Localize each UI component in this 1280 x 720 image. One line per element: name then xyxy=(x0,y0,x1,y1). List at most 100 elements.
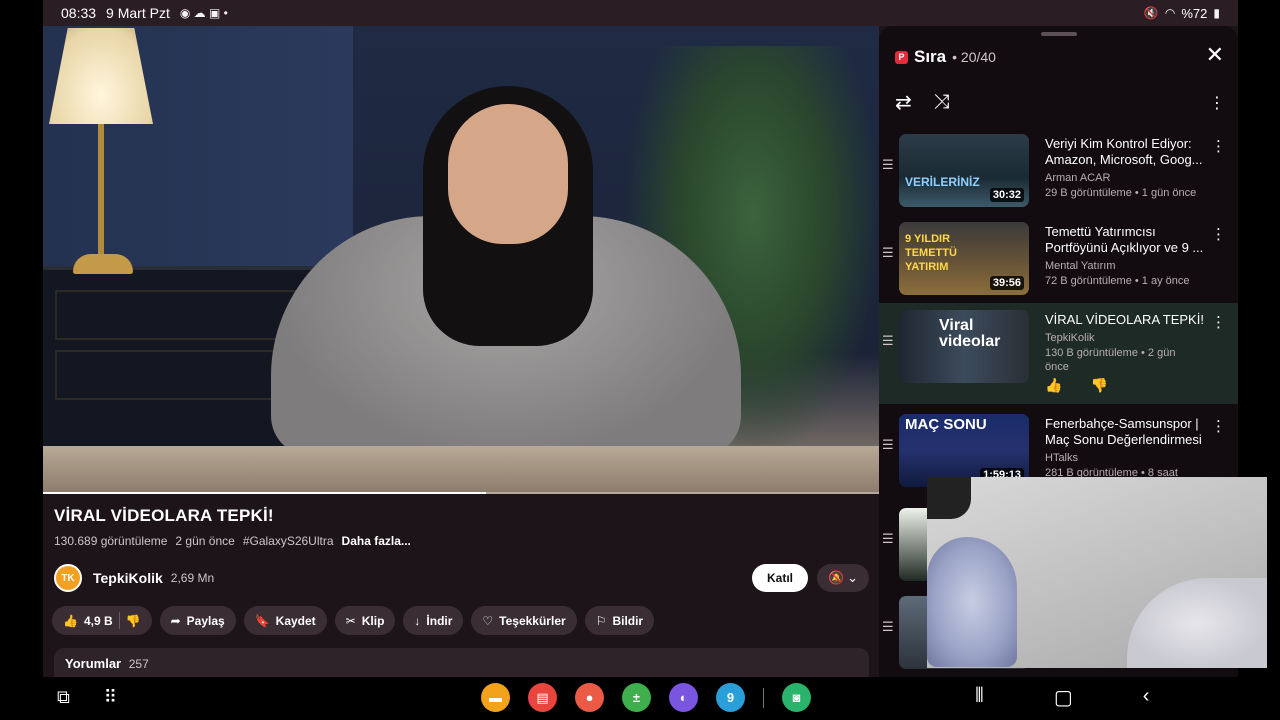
home-icon[interactable]: ▢ xyxy=(1054,685,1073,710)
thumbs-down-icon[interactable]: 👎 xyxy=(1090,377,1107,394)
comments-section[interactable]: Yorumlar 257 xyxy=(54,648,869,678)
calendar-app-icon[interactable]: 9 xyxy=(716,683,745,712)
queue-item-stats: 130 B görüntüleme • 2 gün önce xyxy=(1045,347,1176,373)
dock-divider xyxy=(763,687,764,708)
files-app-icon[interactable]: ▬ xyxy=(481,683,510,712)
queue-title: Sıra xyxy=(914,47,947,66)
queue-item[interactable]: ☰ 9 YILDIR TEMETTÜ YATIRIM 39:56 Temettü… xyxy=(879,215,1238,303)
flag-icon: ⚐ xyxy=(595,613,607,628)
mute-icon: 🔇 xyxy=(1143,6,1159,20)
recent-apps-panel-icon[interactable]: ⧉ xyxy=(57,687,70,708)
join-button[interactable]: Katıl xyxy=(751,564,808,592)
video-meta[interactable]: 130.689 görüntüleme 2 gün önce #GalaxyS2… xyxy=(54,534,411,548)
hashtag-link[interactable]: #GalaxyS26Ultra xyxy=(243,534,334,548)
battery-icon: ▮ xyxy=(1213,6,1220,20)
status-date: 9 Mart Pzt xyxy=(106,5,170,21)
reorder-icon[interactable]: ☰ xyxy=(882,245,894,261)
channel-row: TK TepkiKolik 2,69 Mn Katıl 🔕 ⌄ xyxy=(54,563,869,593)
queue-item-channel: Mental Yatırım xyxy=(1045,260,1116,272)
like-dislike-button[interactable]: 👍 4,9 B 👎 xyxy=(52,606,152,635)
calculator-app-icon[interactable]: ± xyxy=(622,683,651,712)
video-thumbnail: VERİLERİNİZ 30:32 xyxy=(899,134,1029,207)
recents-icon[interactable]: ⦀ xyxy=(975,685,984,710)
queue-item-channel: HTalks xyxy=(1045,452,1079,464)
reorder-icon[interactable]: ☰ xyxy=(882,437,894,453)
shuffle-icon[interactable]: ⤨ xyxy=(934,91,950,114)
comments-count: 257 xyxy=(128,657,149,671)
queue-item-title: VİRAL VİDEOLARA TEPKİ! xyxy=(1045,312,1204,327)
battery-level: %72 xyxy=(1181,5,1208,21)
drag-handle[interactable] xyxy=(1041,32,1077,36)
browser-app-icon[interactable]: ◐ xyxy=(669,683,698,712)
upload-age: 2 gün önce xyxy=(175,534,235,548)
queue-toolbar: ⇄ ⤨ ⋮ xyxy=(895,90,1225,115)
camera-preview-overlay[interactable] xyxy=(927,477,1267,668)
show-more-link[interactable]: Daha fazla... xyxy=(342,534,411,548)
more-vert-icon[interactable]: ⋮ xyxy=(1209,93,1225,113)
reorder-icon[interactable]: ☰ xyxy=(882,619,894,635)
thumbs-up-icon[interactable]: 👍 xyxy=(1045,377,1062,394)
camera-frame-fabric xyxy=(927,537,1017,667)
thumbnail-caption: VERİLERİNİZ xyxy=(905,175,980,189)
status-bar: 08:33 9 Mart Pzt ◉ ☁ ▣ • 🔇 ◠ %72 ▮ xyxy=(43,0,1238,26)
queue-item-title: Temettü Yatırımcısı Portföyünü Açıklıyor… xyxy=(1045,224,1204,255)
queue-position: • 20/40 xyxy=(952,49,996,65)
queue-item-channel: TepkiKolik xyxy=(1045,332,1095,344)
save-button[interactable]: 🔖 Kaydet xyxy=(243,606,327,635)
more-vert-icon[interactable]: ⋮ xyxy=(1211,313,1226,331)
super-thanks-icon: ♡ xyxy=(482,613,494,628)
close-icon[interactable]: ✕ xyxy=(1206,44,1224,66)
queue-item-stats: 29 B görüntüleme • 1 gün önce xyxy=(1045,187,1197,199)
notes-app-icon[interactable]: ▤ xyxy=(528,683,557,712)
repeat-icon[interactable]: ⇄ xyxy=(895,90,912,115)
camera-frame-shadow xyxy=(927,477,971,519)
contacts-app-icon[interactable]: ● xyxy=(575,683,604,712)
thanks-button[interactable]: ♡ Teşekkürler xyxy=(471,606,577,635)
camera-frame-bedsheet xyxy=(1127,578,1267,668)
queue-item-title: Veriyi Kim Kontrol Ediyor: Amazon, Micro… xyxy=(1045,136,1203,167)
video-frame-table xyxy=(43,446,879,494)
channel-avatar[interactable]: TK xyxy=(54,564,82,592)
share-button[interactable]: ➦ Paylaş xyxy=(159,606,236,635)
save-label: Kaydet xyxy=(275,613,316,628)
reorder-icon[interactable]: ☰ xyxy=(882,531,894,547)
chevron-down-icon: ⌄ xyxy=(847,570,859,585)
queue-item-current[interactable]: ☰ Viral videolar VİRAL VİDEOLARA TEPKİ! … xyxy=(879,303,1238,404)
video-thumbnail: Viral videolar xyxy=(899,310,1029,383)
video-player[interactable] xyxy=(43,26,879,494)
divider xyxy=(118,612,120,629)
queue-item-title: Fenerbahçe-Samsunspor | Maç Sonu Değerle… xyxy=(1045,416,1202,447)
notification-icons: ◉ ☁ ▣ • xyxy=(179,6,228,20)
share-icon: ➦ xyxy=(170,613,181,628)
view-count: 130.689 görüntüleme xyxy=(54,534,168,548)
video-frame-face xyxy=(448,104,568,244)
video-frame-lamp-stem xyxy=(98,124,104,254)
more-vert-icon[interactable]: ⋮ xyxy=(1211,417,1226,435)
download-button[interactable]: ↓ İndir xyxy=(403,606,464,635)
more-vert-icon[interactable]: ⋮ xyxy=(1211,225,1226,243)
notification-bell-button[interactable]: 🔕 ⌄ xyxy=(817,564,869,592)
clip-button[interactable]: ✂ Klip xyxy=(334,606,396,635)
reorder-icon[interactable]: ☰ xyxy=(882,157,894,173)
scissors-icon: ✂ xyxy=(345,613,356,628)
status-time: 08:33 xyxy=(61,5,97,21)
reorder-icon[interactable]: ☰ xyxy=(882,333,894,349)
more-vert-icon[interactable]: ⋮ xyxy=(1211,137,1226,155)
queue-item[interactable]: ☰ VERİLERİNİZ 30:32 Veriyi Kim Kontrol E… xyxy=(879,127,1238,215)
game-app-icon[interactable]: ◙ xyxy=(782,683,811,712)
back-icon[interactable]: ‹ xyxy=(1143,685,1150,710)
bell-off-icon: 🔕 xyxy=(827,570,845,585)
wifi-icon: ◠ xyxy=(1164,6,1176,20)
queue-item-rating: 👍 👎 xyxy=(1045,377,1108,394)
download-label: İndir xyxy=(426,613,453,628)
thanks-label: Teşekkürler xyxy=(499,613,566,628)
thumbnail-caption: Viral videolar xyxy=(939,317,1001,350)
comments-label: Yorumlar xyxy=(65,656,122,671)
subscriber-count: 2,69 Mn xyxy=(170,571,215,585)
video-progress-bar[interactable] xyxy=(43,492,879,494)
report-button[interactable]: ⚐ Bildir xyxy=(584,606,655,635)
channel-name[interactable]: TepkiKolik xyxy=(93,570,163,586)
thumbs-down-icon[interactable]: 👎 xyxy=(126,614,141,628)
thumbnail-caption: MAÇ SONU xyxy=(905,416,987,433)
app-drawer-icon[interactable]: ⠿ xyxy=(104,687,117,708)
